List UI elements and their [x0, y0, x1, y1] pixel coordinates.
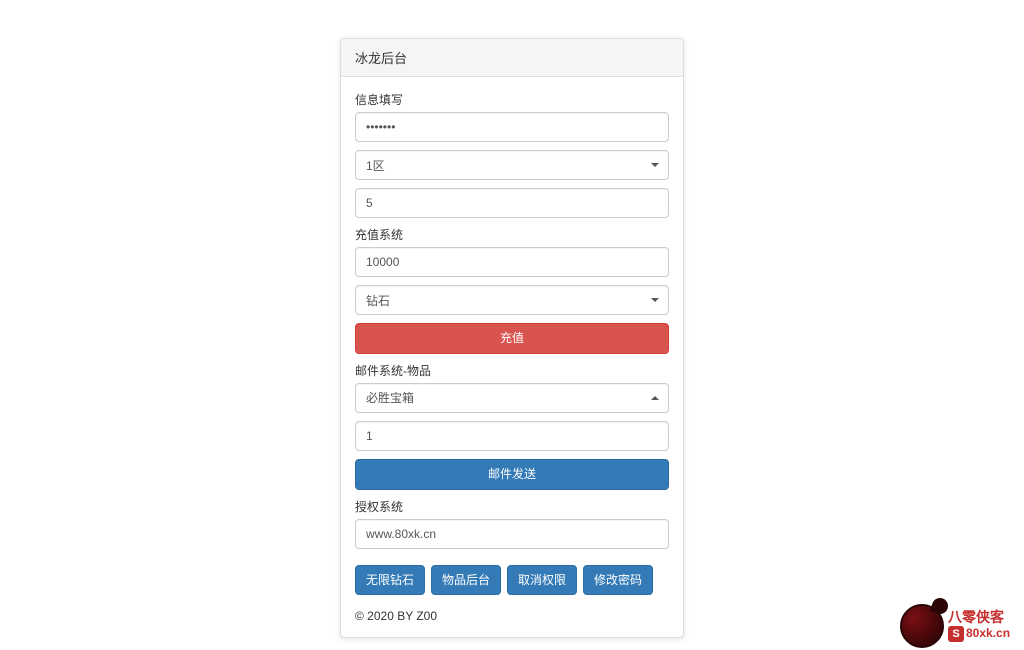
- copyright-text: © 2020 BY Z00: [355, 609, 669, 623]
- currency-select-value[interactable]: [355, 285, 669, 315]
- watermark-badge: 八零侠客 S 80xk.cn: [894, 602, 1024, 650]
- change-password-button[interactable]: 修改密码: [583, 565, 653, 596]
- currency-select[interactable]: [355, 285, 669, 315]
- watermark-text: 八零侠客 S 80xk.cn: [948, 610, 1010, 641]
- section-mail-label: 邮件系统-物品: [355, 362, 669, 379]
- region-select[interactable]: [355, 150, 669, 180]
- watermark-title: 八零侠客: [948, 610, 1010, 625]
- password-input[interactable]: [355, 112, 669, 142]
- amount-input[interactable]: [355, 247, 669, 277]
- section-auth-label: 授权系统: [355, 498, 669, 515]
- unlimited-diamond-button[interactable]: 无限钻石: [355, 565, 425, 596]
- mail-send-button[interactable]: 邮件发送: [355, 459, 669, 490]
- section-info-label: 信息填写: [355, 91, 669, 108]
- watermark-avatar-icon: [900, 604, 944, 648]
- auth-domain-input[interactable]: [355, 519, 669, 549]
- panel-title: 冰龙后台: [341, 39, 683, 77]
- panel-body: 信息填写 充值系统 充值 邮件系统-物品 邮件发送 授权系统: [341, 77, 683, 637]
- section-recharge-label: 充值系统: [355, 226, 669, 243]
- item-admin-button[interactable]: 物品后台: [431, 565, 501, 596]
- watermark-url: 80xk.cn: [966, 627, 1010, 640]
- mail-item-select[interactable]: [355, 383, 669, 413]
- mail-qty-input[interactable]: [355, 421, 669, 451]
- admin-panel: 冰龙后台 信息填写 充值系统 充值 邮件系统-物品 邮件发送 授: [340, 38, 684, 638]
- region-select-value[interactable]: [355, 150, 669, 180]
- count-input[interactable]: [355, 188, 669, 218]
- watermark-s-icon: S: [948, 626, 964, 642]
- mail-item-select-value[interactable]: [355, 383, 669, 413]
- recharge-button[interactable]: 充值: [355, 323, 669, 354]
- action-button-row: 无限钻石 物品后台 取消权限 修改密码: [355, 565, 669, 596]
- revoke-permission-button[interactable]: 取消权限: [507, 565, 577, 596]
